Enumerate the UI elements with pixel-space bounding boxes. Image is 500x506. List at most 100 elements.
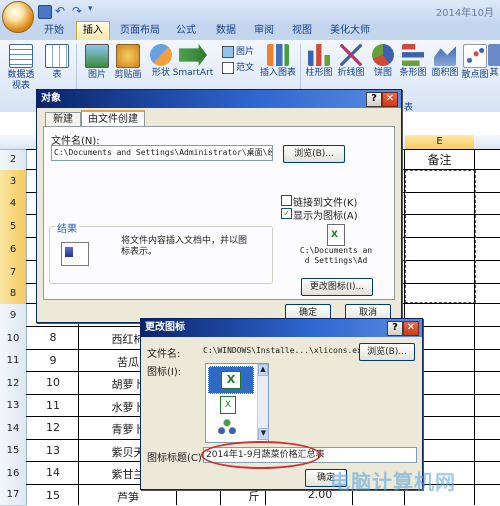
redo-icon[interactable]: ↷ bbox=[72, 4, 82, 18]
row-header[interactable]: 16 bbox=[0, 462, 27, 486]
result-label: 结果 bbox=[55, 220, 79, 235]
row-number-cell[interactable]: 15 bbox=[30, 489, 76, 502]
icon-filename-label: 文件名: bbox=[147, 349, 181, 360]
tab-view[interactable]: 视图 bbox=[286, 22, 318, 39]
row-number-cell[interactable]: 13 bbox=[30, 444, 76, 457]
note-header-cell[interactable]: 备注 bbox=[405, 151, 474, 168]
table-button[interactable]: 表 bbox=[40, 42, 74, 81]
column-chart-button[interactable]: 柱形图 bbox=[302, 42, 336, 79]
column-header-e[interactable]: E bbox=[405, 135, 474, 149]
other-chart-icon bbox=[488, 44, 500, 66]
insert-chart-button[interactable]: 插入图表 bbox=[258, 42, 298, 79]
sample-text-label: 范文 bbox=[236, 63, 255, 73]
sample-text-button[interactable]: 范文 bbox=[222, 60, 254, 74]
pivot-table-label: 数据透视表 bbox=[7, 70, 35, 91]
icon-listbox[interactable]: X X ▲ ▼ bbox=[205, 363, 269, 443]
selected-merged-cell[interactable] bbox=[405, 170, 476, 303]
row-header[interactable]: 15 bbox=[0, 440, 27, 463]
bar-chart-icon bbox=[402, 44, 424, 66]
close-button[interactable]: ✕ bbox=[382, 92, 398, 107]
row-number-cell[interactable]: 14 bbox=[30, 466, 76, 479]
tab-page-layout[interactable]: 页面布局 bbox=[114, 22, 166, 39]
vegetable-name-cell[interactable]: 芦笋 bbox=[80, 489, 176, 505]
row-header[interactable]: 4 bbox=[0, 193, 27, 216]
row-header[interactable]: 8 bbox=[0, 284, 27, 305]
icon-caption: C:\Documents and Settings\Ad bbox=[299, 246, 373, 265]
row-header[interactable]: 7 bbox=[0, 261, 27, 285]
change-icon-title: 更改图标 bbox=[145, 322, 185, 333]
row-header[interactable]: 12 bbox=[0, 372, 27, 396]
row-header[interactable]: 2 bbox=[0, 150, 27, 171]
close-button[interactable]: ✕ bbox=[403, 321, 419, 336]
tab-review[interactable]: 审阅 bbox=[248, 22, 280, 39]
display-as-icon-checkbox[interactable]: ✓ bbox=[281, 208, 292, 219]
smartart-label: SmartArt bbox=[172, 68, 214, 78]
tab-formulas[interactable]: 公式 bbox=[170, 22, 202, 39]
browse-button[interactable]: 浏览(B)... bbox=[283, 145, 345, 163]
tab-home[interactable]: 开始 bbox=[38, 22, 70, 39]
workgroup-icon[interactable] bbox=[218, 418, 236, 434]
ribbon-tabbar: 开始 插入 页面布局 公式 数据 审阅 视图 美化大师 bbox=[0, 21, 500, 41]
clipart-label: 剪贴画 bbox=[114, 70, 142, 80]
object-dialog-titlebar: 对象 bbox=[37, 90, 401, 108]
other-chart-button[interactable]: 其 bbox=[488, 42, 500, 79]
title-bar: ↶ ↷ ▾ 2014年10月 bbox=[0, 0, 500, 22]
link-to-file-checkbox[interactable] bbox=[281, 195, 292, 206]
row-number-cell[interactable]: 10 bbox=[30, 376, 76, 389]
area-chart-label: 面积图 bbox=[431, 68, 459, 78]
area-chart-button[interactable]: 面积图 bbox=[428, 42, 462, 79]
insert-chart-label: 插入图表 bbox=[259, 68, 296, 78]
row-header[interactable]: 9 bbox=[0, 304, 27, 328]
display-as-icon-label: 显示为图标(A) bbox=[293, 211, 358, 222]
row-number-cell[interactable]: 12 bbox=[30, 421, 76, 434]
row-header[interactable]: 10 bbox=[0, 327, 27, 351]
excel-file-icon: X bbox=[327, 224, 345, 246]
sample-text-icon bbox=[222, 61, 234, 74]
result-preview-icon bbox=[61, 242, 89, 266]
highlight-ellipse bbox=[201, 441, 321, 469]
customize-qat-icon[interactable]: ▾ bbox=[88, 4, 93, 14]
clipart-button[interactable]: 剪贴画 bbox=[110, 42, 146, 81]
tab-insert[interactable]: 插入 bbox=[76, 21, 110, 41]
tab-data[interactable]: 数据 bbox=[210, 22, 242, 39]
selected-icon[interactable]: X bbox=[208, 366, 254, 394]
pivot-table-button[interactable]: 数据透视表 bbox=[4, 42, 38, 92]
row-header[interactable]: 14 bbox=[0, 417, 27, 441]
undo-icon[interactable]: ↶ bbox=[55, 4, 65, 18]
icon-browse-button[interactable]: 浏览(B)... bbox=[359, 343, 415, 361]
change-icon-button[interactable]: 更改图标(I)... bbox=[301, 278, 373, 296]
filename-input[interactable]: C:\Documents and Settings\Administrator\… bbox=[51, 145, 273, 161]
picture-button[interactable]: 图片 bbox=[80, 42, 114, 81]
line-chart-button[interactable]: 折线图 bbox=[334, 42, 368, 79]
smartart-button[interactable]: SmartArt bbox=[172, 42, 214, 79]
office-button[interactable] bbox=[2, 1, 34, 33]
window-title: 2014年10月 bbox=[435, 8, 494, 19]
row-header[interactable]: 3 bbox=[0, 170, 27, 194]
row-number-cell[interactable]: 9 bbox=[30, 354, 76, 367]
tab-beautify[interactable]: 美化大师 bbox=[324, 22, 376, 39]
row-header[interactable]: 6 bbox=[0, 238, 27, 262]
help-button[interactable]: ? bbox=[366, 92, 382, 107]
tab-new[interactable]: 新建 bbox=[45, 112, 81, 127]
row-header[interactable]: 17 bbox=[0, 485, 27, 506]
row-header[interactable]: 13 bbox=[0, 395, 27, 418]
row-number-cell[interactable]: 8 bbox=[30, 331, 76, 344]
smartart-icon bbox=[179, 44, 207, 66]
help-button[interactable]: ? bbox=[387, 321, 403, 336]
icon-list-scrollbar[interactable]: ▲ ▼ bbox=[257, 364, 269, 440]
picture-small-button[interactable]: 图片 bbox=[222, 44, 254, 58]
unit-cell[interactable]: 斤 bbox=[244, 488, 264, 504]
scatter-chart-button[interactable]: 散点图 bbox=[458, 42, 492, 81]
insert-chart-icon bbox=[267, 44, 289, 66]
row-header[interactable]: 5 bbox=[0, 215, 27, 239]
icon-list-label: 图标(I): bbox=[147, 367, 182, 378]
row-header[interactable]: 11 bbox=[0, 350, 27, 373]
excel-doc-icon[interactable]: X bbox=[220, 396, 236, 414]
watermark: 电脑计算机网 bbox=[330, 470, 456, 494]
row-number-cell[interactable]: 11 bbox=[30, 399, 76, 412]
scatter-chart-icon bbox=[463, 44, 487, 68]
pie-chart-button[interactable]: 饼图 bbox=[366, 42, 400, 79]
bar-chart-button[interactable]: 条形图 bbox=[396, 42, 430, 79]
save-icon[interactable] bbox=[38, 5, 52, 19]
column-chart-icon bbox=[308, 44, 330, 66]
